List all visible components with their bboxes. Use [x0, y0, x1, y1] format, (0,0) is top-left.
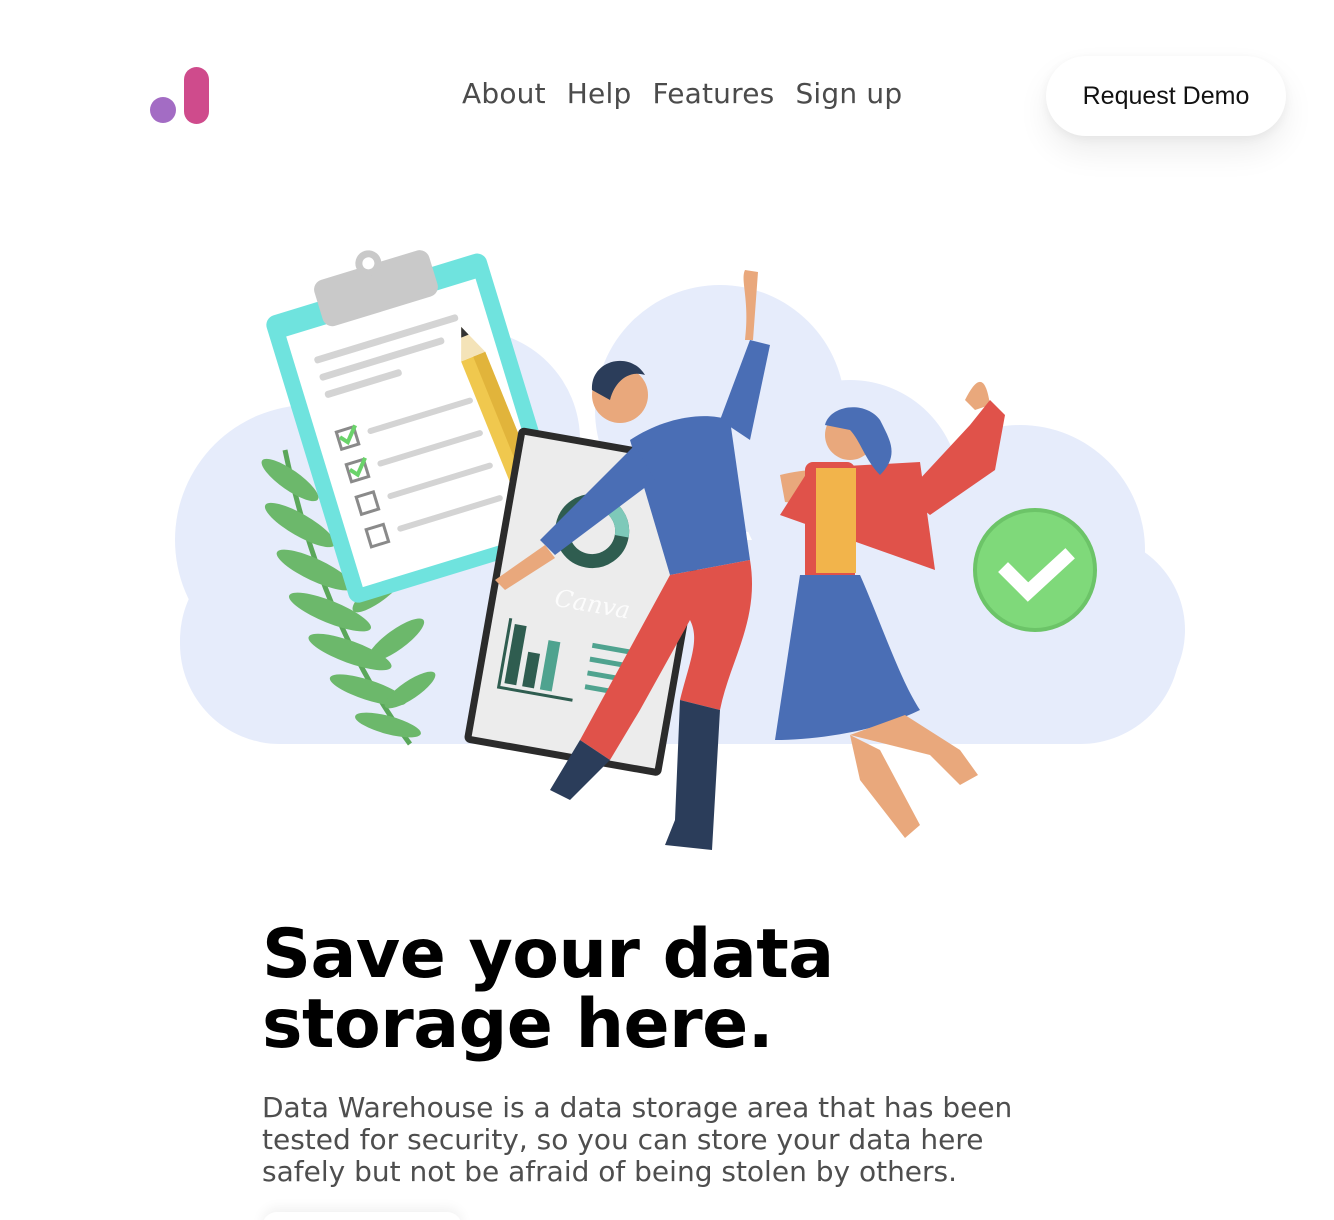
hero-illustration: Canva [175, 250, 1185, 850]
hero-description: Data Warehouse is a data storage area th… [262, 1091, 1013, 1188]
nav-link-features[interactable]: Features [652, 74, 774, 114]
nav-link-signup[interactable]: Sign up [795, 74, 902, 114]
logo[interactable] [148, 66, 212, 126]
request-demo-button[interactable]: Request Demo [1046, 56, 1286, 136]
hero-headline: Save your data storage here. [262, 915, 834, 1064]
hero-cta-button[interactable] [262, 1212, 462, 1220]
main-nav: About Help Features Sign up [462, 74, 902, 114]
nav-link-about[interactable]: About [462, 74, 546, 114]
bar-logo-icon [150, 67, 209, 124]
landing-page: About Help Features Sign up Request Demo [0, 0, 1334, 1220]
check-badge-icon [973, 508, 1097, 632]
nav-link-help[interactable]: Help [567, 74, 632, 114]
